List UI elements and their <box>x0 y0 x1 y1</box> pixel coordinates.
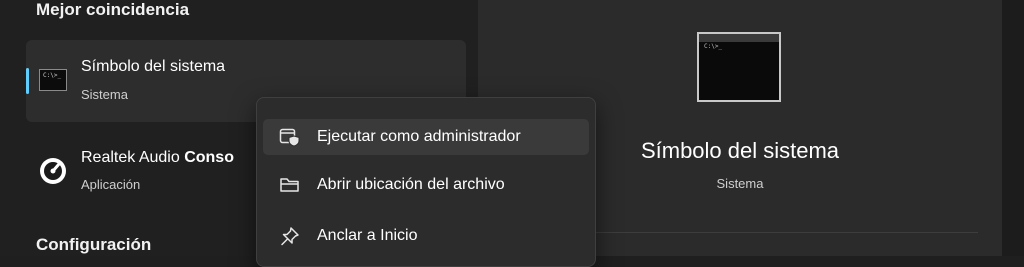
settings-heading: Configuración <box>36 235 152 254</box>
menu-item-run-as-admin[interactable]: Ejecutar como administrador <box>263 119 589 155</box>
command-prompt-glyph: C:\>_ <box>43 72 62 79</box>
menu-item-label: Abrir ubicación del archivo <box>317 176 505 193</box>
result-subtitle: Sistema <box>81 87 128 102</box>
pin-icon <box>281 227 299 246</box>
menu-item-pin-to-start[interactable]: Anclar a Inicio <box>263 218 589 254</box>
best-match-heading: Mejor coincidencia <box>36 0 190 19</box>
menu-item-label: Anclar a Inicio <box>317 227 418 244</box>
preview-icon-titlebar <box>699 34 779 42</box>
selection-indicator <box>26 68 29 94</box>
command-prompt-icon: C:\>_ <box>39 69 67 91</box>
context-menu: Ejecutar como administrador Abrir ubicac… <box>256 97 596 267</box>
result-title-match: Conso <box>184 149 234 166</box>
menu-item-open-file-location[interactable]: Abrir ubicación del archivo <box>263 167 589 203</box>
window-edge <box>1002 0 1024 256</box>
command-prompt-glyph: C:\>_ <box>704 43 723 50</box>
run-as-admin-shield-icon <box>279 128 300 147</box>
result-title: Símbolo del sistema <box>81 58 226 75</box>
realtek-audio-console-icon <box>40 158 66 184</box>
menu-item-label: Ejecutar como administrador <box>317 128 521 145</box>
result-title: Realtek Audio Conso <box>81 149 234 167</box>
folder-icon <box>280 178 299 192</box>
result-subtitle: Aplicación <box>81 177 141 192</box>
command-prompt-icon: C:\>_ <box>697 32 781 102</box>
result-title-prefix: Realtek Audio <box>81 149 185 166</box>
